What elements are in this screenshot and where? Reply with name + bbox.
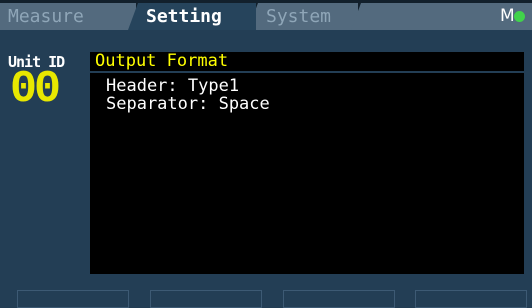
tab-measure[interactable]: Measure [0, 3, 136, 30]
function-key-4-button[interactable] [415, 290, 527, 308]
separator-setting-line: Separator: Space [106, 94, 270, 114]
status-led-icon [514, 11, 525, 22]
tab-system[interactable]: System [248, 3, 358, 30]
header-setting-line: Header: Type1 [106, 76, 240, 96]
function-key-3-button[interactable] [283, 290, 395, 308]
tab-bar: Measure System Setting M [0, 0, 532, 30]
unit-id-value[interactable]: 00 [10, 67, 80, 112]
output-format-panel: Header: Type1 Separator: Space [90, 73, 524, 274]
mode-indicator-label: M [500, 6, 515, 26]
function-key-2-button[interactable] [150, 290, 262, 308]
function-key-1-button[interactable] [17, 290, 129, 308]
tab-setting[interactable]: Setting [128, 3, 256, 30]
panel-title: Output Format [90, 52, 524, 71]
